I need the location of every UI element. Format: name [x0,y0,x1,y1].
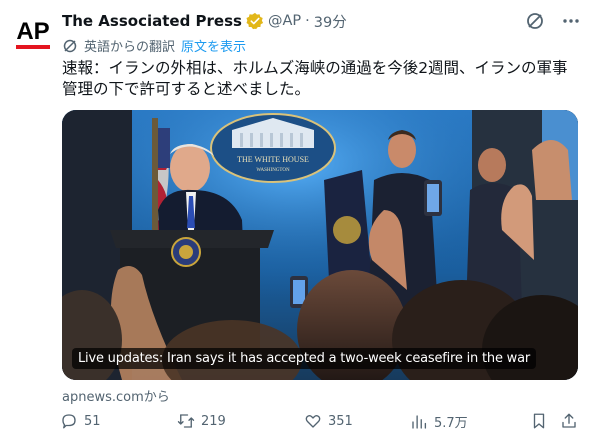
like-count: 351 [328,413,353,429]
views-icon [412,414,427,429]
svg-text:AP: AP [16,18,49,45]
grok-icon[interactable] [525,11,545,31]
repost-count: 219 [201,413,226,429]
card-source[interactable]: apnews.comから [62,386,170,405]
translate-icon [63,39,77,52]
link-card[interactable]: THE WHITE HOUSE WASHINGTON Live updates:… [62,110,578,380]
tweet-text: 速報：イランの外相は、ホルムズ海峡の通過を今後2週間、イランの軍事管理の下で許可… [62,59,568,98]
tweet-time[interactable]: 39分 [314,11,347,32]
repost-button[interactable]: 219 [177,412,226,430]
verified-badge-icon[interactable] [246,12,264,30]
like-button[interactable]: 351 [304,412,353,430]
seal-subtext: WASHINGTON [256,168,290,173]
translation-notice: 英語からの翻訳 原文を表示 [62,36,246,55]
show-original-link[interactable]: 原文を表示 [181,36,246,55]
more-icon[interactable] [561,11,581,31]
card-caption[interactable]: Live updates: Iran says it has accepted … [72,348,537,369]
share-button[interactable] [560,412,578,430]
reply-button[interactable]: 51 [60,412,101,430]
account-handle[interactable]: @AP [268,13,301,29]
bookmark-icon [533,413,545,429]
avatar[interactable]: AP [12,10,54,52]
share-icon [562,413,576,428]
seal-text: THE WHITE HOUSE [237,155,309,164]
repost-icon [177,414,195,428]
views-button[interactable]: 5.7万 [410,412,468,431]
translation-label: 英語からの翻訳 [84,40,176,55]
header-actions [525,11,581,31]
reply-count: 51 [84,413,101,429]
press-photo: THE WHITE HOUSE WASHINGTON [62,110,578,380]
action-bar: 51 219 351 5.7万 [60,412,580,434]
like-icon [305,414,321,428]
bookmark-button[interactable] [530,412,548,430]
views-count: 5.7万 [434,416,468,431]
tweet-header: The Associated Press @AP · 39分 [62,10,581,32]
account-name[interactable]: The Associated Press [62,12,242,30]
ap-logo: AP [12,10,54,52]
reply-icon [62,414,76,429]
separator-dot: · [305,13,310,29]
